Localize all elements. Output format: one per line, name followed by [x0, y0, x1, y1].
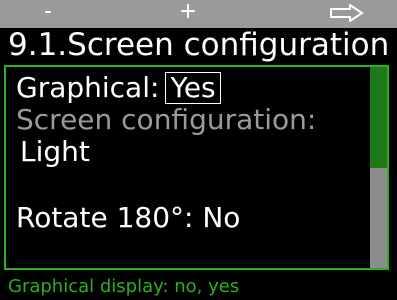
dive-computer-screen: - + 9.1.Screen configuration Graphical: Y… — [0, 0, 397, 300]
rotate-value[interactable]: No — [202, 201, 240, 234]
screen-config-value[interactable]: Light — [20, 135, 90, 169]
help-text: Graphical display: no, yes — [8, 276, 240, 297]
scroll-thumb[interactable] — [370, 67, 387, 168]
graphical-value[interactable]: Yes — [165, 72, 221, 104]
minus-button[interactable]: - — [28, 0, 68, 28]
softkey-bar: - + — [0, 0, 397, 28]
rotate-row[interactable]: Rotate 180°: No — [16, 201, 240, 235]
settings-panel: Graphical: Yes Screen configuration: Ligh… — [4, 65, 389, 270]
graphical-row[interactable]: Graphical: Yes — [16, 71, 221, 105]
page-title: 9.1.Screen configuration — [8, 27, 390, 63]
minus-label: - — [44, 0, 52, 24]
scrollbar[interactable] — [370, 67, 387, 268]
rotate-label: Rotate 180°: — [16, 201, 194, 234]
arrow-right-icon — [330, 4, 364, 22]
plus-button[interactable]: + — [168, 0, 208, 28]
plus-label: + — [178, 0, 198, 24]
graphical-label: Graphical: — [16, 71, 160, 104]
next-button[interactable] — [322, 0, 372, 28]
screen-config-label: Screen configuration: — [16, 103, 317, 136]
